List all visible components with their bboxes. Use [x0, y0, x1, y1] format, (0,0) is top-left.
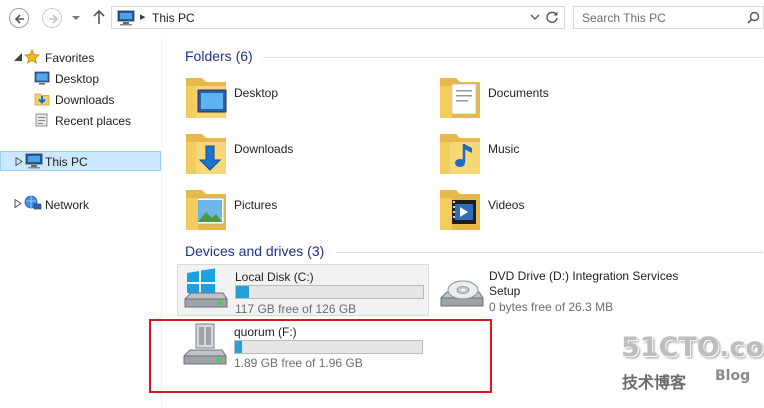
group-divider: [336, 252, 763, 253]
folder-tile-videos[interactable]: Videos: [438, 184, 678, 236]
chevron-down-icon: [72, 16, 80, 20]
group-header-devices[interactable]: Devices and drives (3): [185, 243, 764, 261]
arrow-left-icon: [14, 14, 24, 24]
tree-label: Favorites: [45, 51, 95, 65]
tree-label: Network: [45, 198, 90, 212]
drive-free-space: 117 GB free of 126 GB: [235, 302, 357, 316]
tree-item-recent-places[interactable]: Recent places: [0, 110, 161, 130]
tree-item-this-pc[interactable]: This PC: [0, 151, 161, 171]
watermark-logo-text: 51CTO.com: [621, 332, 764, 363]
documents-folder-icon: [440, 78, 480, 118]
folder-tile-pictures[interactable]: Pictures: [184, 184, 424, 236]
dvd-drive-icon: [440, 280, 484, 307]
watermark-blog: Blog: [715, 368, 751, 384]
search-icon[interactable]: [747, 11, 760, 24]
forward-button[interactable]: [42, 8, 62, 28]
star-icon: [24, 49, 40, 64]
folder-tile-documents[interactable]: Documents: [438, 72, 678, 124]
windows-drive-icon: [184, 268, 228, 308]
network-icon: [24, 195, 42, 210]
music-folder-icon: [440, 134, 480, 174]
watermark-subtitle: 技术博客: [622, 373, 687, 392]
tree-item-favorites[interactable]: Favorites: [0, 47, 161, 67]
arrow-right-icon: [49, 14, 59, 24]
drive-usage-fill: [236, 286, 250, 298]
chevron-down-icon[interactable]: [530, 12, 540, 22]
tree-label: Downloads: [55, 93, 115, 107]
expand-arrow-icon[interactable]: [14, 53, 22, 61]
drive-free-space: 0 bytes free of 26.3 MB: [489, 300, 614, 314]
up-button[interactable]: [92, 9, 106, 25]
folder-label: Downloads: [234, 142, 294, 156]
search-placeholder: Search This PC: [582, 11, 666, 25]
folder-tile-downloads[interactable]: Downloads: [184, 128, 424, 180]
downloads-icon: [34, 93, 50, 106]
group-title: Folders (6): [185, 48, 253, 64]
breadcrumb-separator[interactable]: ▸: [140, 10, 146, 23]
drive-tile-d[interactable]: DVD Drive (D:) Integration Services Setu…: [432, 264, 732, 316]
drive-tile-c[interactable]: Local Disk (C:) 117 GB free of 126 GB: [177, 264, 429, 316]
folder-label: Videos: [488, 198, 525, 212]
back-button[interactable]: [9, 8, 29, 28]
folder-tile-music[interactable]: Music: [438, 128, 678, 180]
tree-label: Desktop: [55, 72, 100, 86]
recent-locations-button[interactable]: [70, 12, 82, 24]
desktop-icon: [34, 71, 50, 85]
navigation-pane: Favorites Desktop Downloads Recent place…: [0, 38, 162, 408]
address-toolbar: ▸ This PC Search This PC: [0, 0, 764, 36]
highlight-annotation-box: [149, 319, 492, 393]
computer-icon: [25, 153, 43, 169]
breadcrumb-this-pc[interactable]: This PC: [152, 11, 195, 25]
tree-label: This PC: [45, 155, 88, 169]
drive-name: Local Disk (C:): [235, 270, 314, 284]
refresh-icon[interactable]: [545, 10, 559, 24]
group-header-folders[interactable]: Folders (6): [185, 48, 764, 66]
drive-usage-bar: [235, 285, 424, 299]
address-field[interactable]: ▸ This PC: [111, 6, 565, 29]
collapse-arrow-icon[interactable]: [14, 199, 22, 208]
computer-icon: [117, 10, 135, 26]
collapse-arrow-icon[interactable]: [15, 157, 23, 166]
tree-item-network[interactable]: Network: [0, 194, 161, 214]
folder-label: Desktop: [234, 86, 279, 100]
drive-name: DVD Drive (D:) Integration Services: [489, 269, 679, 283]
group-divider: [263, 57, 763, 58]
recent-places-icon: [35, 113, 48, 127]
folder-label: Documents: [488, 86, 549, 100]
folder-label: Music: [488, 142, 520, 156]
videos-folder-icon: [440, 190, 480, 230]
tree-item-downloads[interactable]: Downloads: [0, 89, 161, 109]
search-input[interactable]: Search This PC: [573, 6, 764, 29]
desktop-folder-icon: [186, 78, 227, 118]
folder-tile-desktop[interactable]: Desktop: [184, 72, 424, 124]
folder-label: Pictures: [234, 198, 278, 212]
arrow-up-icon: [93, 9, 105, 24]
watermark: 51CTO.com 技术博客 Blog: [621, 332, 764, 392]
tree-label: Recent places: [55, 114, 132, 128]
pictures-folder-icon: [186, 190, 226, 230]
drive-name-line2: Setup: [489, 284, 521, 298]
group-title: Devices and drives (3): [185, 243, 325, 259]
tree-item-desktop[interactable]: Desktop: [0, 68, 161, 88]
downloads-folder-icon: [186, 134, 226, 174]
